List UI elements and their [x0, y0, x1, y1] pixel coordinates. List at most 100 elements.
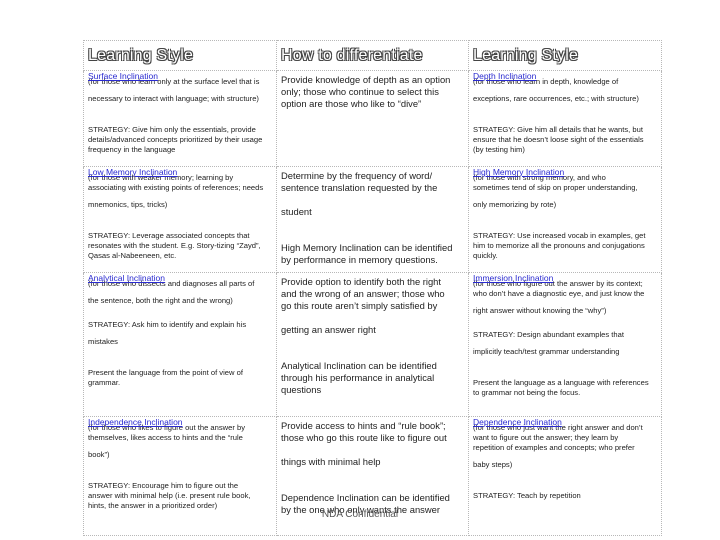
description-line: [473, 357, 658, 364]
table-cell-middle: Provide option to identify both the righ…: [276, 272, 469, 417]
cell-content: Determine by the frequency of word/sente…: [281, 168, 465, 267]
inclination-title: Low Memory Inclination: [88, 167, 178, 178]
description-line: STRATEGY: Design abundant examples that: [473, 330, 624, 339]
description-line: the sentence, both the right and the wro…: [88, 296, 233, 305]
description-line: details/advanced concepts prioritized by…: [88, 135, 263, 144]
inclination-description: (for those with weaker memory; learning …: [88, 168, 273, 262]
header-cell-right: Learning Style: [468, 40, 662, 71]
header-learning-style-left: Learning Style: [88, 46, 194, 64]
description-line: [88, 87, 273, 94]
description-line: [473, 364, 658, 371]
description-line: Qasas al-Nabeeneen, etc.: [88, 251, 177, 260]
description-line: resonates with the student. E.g. Story-t…: [88, 241, 261, 250]
header-cell-left: Learning Style: [83, 40, 277, 71]
inclination-description: (for those who dissects and diagnoses al…: [88, 274, 273, 389]
differentiation-line: [281, 348, 465, 360]
inclination-description: (for those who learn in depth, knowledge…: [473, 72, 658, 156]
table-cell-left: Surface Inclination (for those who learn …: [83, 70, 277, 167]
cell-content: Analytical Inclination (for those who dis…: [88, 273, 273, 389]
differentiation-line: option are those who like to “dive”: [281, 98, 422, 109]
description-line: [473, 340, 658, 347]
differentiation-line: getting an answer right: [281, 324, 376, 335]
inclination-description: (for those who learn only at the surface…: [88, 72, 273, 156]
description-line: answer with minimal help (i.e. present r…: [88, 491, 251, 500]
differentiation-line: Provide access to hints and “rule book”;: [281, 420, 446, 431]
table-cell-middle: Determine by the frequency of word/sente…: [276, 166, 469, 273]
differentiation-line: things with minimal help: [281, 456, 381, 467]
table-cell-middle: Provide knowledge of depth as an option o…: [276, 70, 469, 167]
description-line: [88, 217, 273, 224]
cell-content: Provide option to identify both the righ…: [281, 274, 465, 397]
differentiation-line: Provide knowledge of depth as an option: [281, 74, 451, 85]
description-line: [88, 361, 273, 368]
table-cell-right: Immersion Inclination (for those who figu…: [468, 272, 662, 417]
differentiation-line: and the wrong of an answer; those who: [281, 288, 445, 299]
table-row: Surface Inclination (for those who learn …: [83, 70, 662, 167]
cell-content: Provide knowledge of depth as an option o…: [281, 72, 465, 111]
description-line: him to memorize all the pronouns and con…: [473, 241, 645, 250]
description-line: ensure that he doesn’t loose sight of th…: [473, 135, 644, 144]
table-cell-left: Analytical Inclination (for those who dis…: [83, 272, 277, 417]
description-line: [473, 470, 658, 477]
description-line: [88, 474, 273, 481]
description-line: [88, 443, 273, 450]
description-line: right answer without knowing the “why”): [473, 306, 607, 315]
description-line: [473, 87, 658, 94]
differentiation-line: sentence translation requested by the: [281, 182, 438, 193]
description-line: [473, 210, 658, 217]
inclination-title: Immersion Inclination: [473, 273, 554, 284]
table-row: Analytical Inclination (for those who dis…: [83, 272, 662, 417]
description-line: who don’t have a diagnostic eye, and jus…: [473, 289, 645, 298]
description-line: exceptions, rare occurrences, etc.; with…: [473, 94, 639, 103]
description-line: [88, 111, 273, 118]
differentiation-line: [281, 336, 465, 348]
description-line: mistakes: [88, 337, 118, 346]
differentiation-line: Determine by the frequency of word/: [281, 170, 433, 181]
header-row: Learning Style How to differentiate Lear…: [83, 40, 662, 71]
cell-content: Surface Inclination (for those who learn …: [88, 71, 273, 156]
header-how-to-differentiate: How to differentiate: [281, 46, 423, 64]
differentiation-line: those who go this route like to figure o…: [281, 432, 447, 443]
inclination-description: (for those who likes to figure out the a…: [88, 418, 273, 512]
differentiation-line: student: [281, 206, 312, 217]
table-cell-right: High Memory Inclination (for those with s…: [468, 166, 662, 273]
differentiation-line: [281, 218, 465, 230]
description-line: [473, 217, 658, 224]
header-learning-style-right: Learning Style: [473, 46, 579, 64]
description-line: [88, 193, 273, 200]
table-cell-right: Depth Inclination (for those who learn in…: [468, 70, 662, 167]
differentiation-line: [281, 194, 465, 206]
description-line: [473, 104, 658, 111]
description-line: [88, 289, 273, 296]
description-line: mnemonics, tips, tricks): [88, 200, 168, 209]
description-line: implicitly teach/test grammar understand…: [473, 347, 620, 356]
differentiation-line: [281, 230, 465, 242]
inclination-title: Surface Inclination: [88, 71, 158, 82]
differentiation-line: High Memory Inclination can be identifie…: [281, 242, 453, 253]
description-line: [473, 193, 658, 200]
cell-content: Immersion Inclination (for those who figu…: [473, 273, 658, 399]
description-line: Present the language as a language with …: [473, 378, 649, 387]
description-line: [473, 323, 658, 330]
description-line: [88, 460, 273, 467]
description-line: Present the language from the point of v…: [88, 368, 243, 377]
learning-style-table: Learning Style How to differentiate Lear…: [83, 40, 662, 536]
description-line: book”): [88, 450, 110, 459]
footer-confidential: NDA Confidential: [321, 509, 399, 520]
description-line: STRATEGY: Leverage associated concepts t…: [88, 231, 250, 240]
description-line: [88, 306, 273, 313]
description-line: repetition of examples and concepts; who…: [473, 443, 635, 452]
inclination-title: Analytical Inclination: [88, 273, 166, 284]
description-line: [473, 118, 658, 125]
description-line: [473, 299, 658, 306]
inclination-description: (for those who figure out the answer by …: [473, 274, 658, 399]
description-line: STRATEGY: Teach by repetition: [473, 491, 581, 500]
differentiation-line: [281, 444, 465, 456]
description-line: grammar.: [88, 378, 121, 387]
inclination-title: Independence Inclination: [88, 417, 183, 428]
differentiation-line: only; those who continue to select this: [281, 86, 439, 97]
differentiation-line: by performance in memory questions.: [281, 254, 438, 265]
inclination-title: Depth Inclination: [473, 71, 537, 82]
differentiation-line: through his performance in analytical: [281, 372, 435, 383]
differentiation-line: questions: [281, 384, 322, 395]
